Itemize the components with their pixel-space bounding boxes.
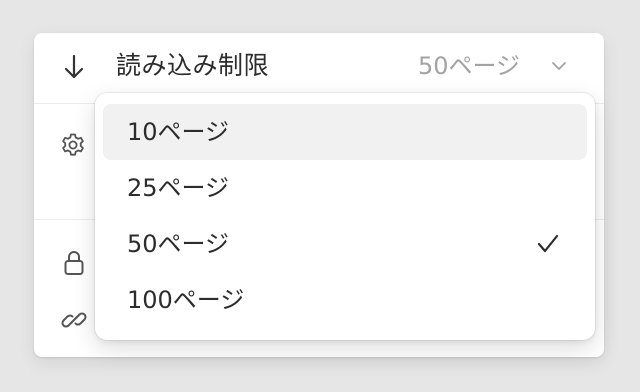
checkmark-icon [537, 234, 559, 253]
menu-option-50-pages[interactable]: 50ページ [103, 216, 587, 272]
load-limit-current-value[interactable]: 50ページ [418, 50, 520, 82]
menu-option-25-pages[interactable]: 25ページ [103, 160, 587, 216]
menu-option-10-pages[interactable]: 10ページ [103, 104, 587, 160]
option-label: 100ページ [127, 286, 245, 314]
load-limit-label: 読み込み制限 [116, 51, 270, 80]
option-label: 50ページ [127, 230, 230, 258]
option-label: 10ページ [127, 118, 230, 146]
link-icon[interactable] [60, 306, 88, 334]
lock-icon[interactable] [62, 249, 86, 277]
menu-option-100-pages[interactable]: 100ページ [103, 272, 587, 328]
gear-icon[interactable] [60, 132, 86, 158]
option-label: 25ページ [127, 174, 230, 202]
page-limit-dropdown: 10ページ 25ページ 50ページ 100ページ [95, 93, 595, 340]
arrow-down-icon [64, 54, 84, 79]
chevron-down-icon[interactable] [551, 60, 567, 72]
